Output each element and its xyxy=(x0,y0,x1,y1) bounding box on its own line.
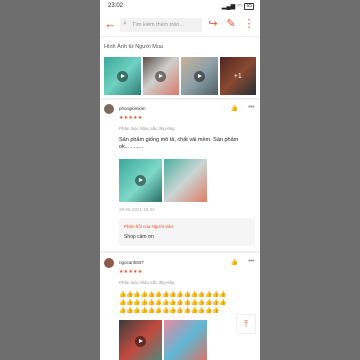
more-options-icon[interactable]: ⋮ xyxy=(242,17,256,31)
review-emoji-line: 👍👍👍👍👍👍👍👍👍👍👍👍👍👍👍 xyxy=(119,300,227,306)
buyer-photo-3[interactable] xyxy=(181,57,218,95)
seller-reply-label: Phản hồi của Người bán: xyxy=(124,224,175,229)
review-item: phongkimkim 👍 ••• ★★★★★ Phân loại: Màu s… xyxy=(100,104,260,254)
status-icons: ▂▄▆ ◠ 65 xyxy=(222,3,254,10)
play-icon xyxy=(135,175,146,186)
search-placeholder: Tìm kiếm thêm trên... xyxy=(132,22,184,28)
review-emoji-line: 👍👍👍👍👍👍👍👍👍👍👍👍👍👍👍 xyxy=(119,292,227,298)
seller-reply: Phản hồi của Người bán: Shop cảm ơn xyxy=(119,218,255,246)
more-photos-count: +1 xyxy=(219,57,256,95)
search-input[interactable]: ⌕ Tìm kiếm thêm trên... xyxy=(120,18,202,32)
review-variant: Phân loại: Màu sắc,3kg-6kg xyxy=(119,280,175,285)
play-icon xyxy=(135,336,146,347)
status-bar: 23:02 ▂▄▆ ◠ 65 xyxy=(100,0,260,12)
signal-icon: ▂▄▆ xyxy=(221,4,236,10)
rating-stars: ★★★★★ xyxy=(119,115,143,121)
share-icon[interactable]: ↪ xyxy=(206,17,220,31)
wifi-icon: ◠ xyxy=(237,4,243,10)
review-photo[interactable] xyxy=(164,159,207,202)
top-navigation-bar: ← ⌕ Tìm kiếm thêm trên... ↪ ✎ ⋮ xyxy=(100,14,260,37)
play-icon xyxy=(193,70,205,82)
section-divider xyxy=(100,251,260,253)
review-photo[interactable] xyxy=(164,320,207,360)
review-video[interactable] xyxy=(119,320,162,360)
battery-icon: 65 xyxy=(244,3,254,10)
buyer-photos-title: Hình Ảnh từ Người Mua xyxy=(104,44,163,50)
search-icon: ⌕ xyxy=(123,20,127,27)
review-username: ngocanh837 xyxy=(119,260,144,265)
avatar xyxy=(104,258,114,268)
app-screen: 23:02 ▂▄▆ ◠ 65 ← ⌕ Tìm kiếm thêm trên...… xyxy=(100,0,260,360)
buyer-photo-more[interactable]: +1 xyxy=(219,57,256,95)
play-icon xyxy=(155,70,167,82)
back-arrow-icon[interactable]: ← xyxy=(104,17,118,31)
scroll-to-top-button[interactable]: ⤒ xyxy=(236,314,256,334)
buyer-photo-1[interactable] xyxy=(104,57,141,95)
section-divider xyxy=(100,98,260,100)
avatar xyxy=(104,104,114,114)
review-variant: Phân loại: Màu sắc,3kg-6kg xyxy=(119,126,175,131)
seller-reply-text: Shop cảm ơn xyxy=(124,234,154,240)
rating-stars: ★★★★★ xyxy=(119,269,143,275)
buyer-photos-strip: +1 xyxy=(104,57,256,95)
more-options-icon[interactable]: ••• xyxy=(248,104,254,111)
status-time: 23:02 xyxy=(108,3,124,9)
review-text: Sản phẩm giống mô tả, chất vải mềm. Sản … xyxy=(119,137,239,150)
buyer-photo-2[interactable] xyxy=(142,57,179,95)
like-icon[interactable]: 👍 xyxy=(231,105,238,112)
review-item: ngocanh837 👍 ••• ★★★★★ Phân loại: Màu sắ… xyxy=(100,258,260,360)
play-icon xyxy=(116,70,128,82)
like-icon[interactable]: 👍 xyxy=(231,259,238,266)
more-options-icon[interactable]: ••• xyxy=(248,258,254,265)
edit-icon[interactable]: ✎ xyxy=(224,17,238,31)
review-date: 29-05-2021 19:32 xyxy=(119,207,155,212)
review-video[interactable] xyxy=(119,159,162,202)
review-username: phongkimkim xyxy=(119,106,146,111)
